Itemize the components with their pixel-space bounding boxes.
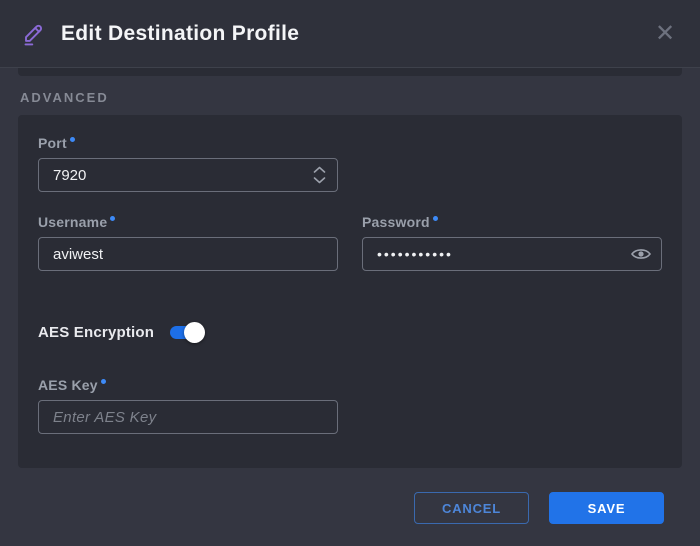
required-indicator	[70, 137, 75, 142]
username-input-wrap	[38, 237, 338, 271]
port-field-group: Port	[38, 135, 662, 192]
aes-key-field-group: AES Key	[38, 377, 662, 434]
toggle-knob[interactable]	[184, 322, 205, 343]
close-icon[interactable]: ✕	[650, 19, 680, 49]
aes-key-input-wrap	[38, 400, 338, 434]
password-input[interactable]	[362, 237, 662, 271]
modal-body: ADVANCED Port	[0, 68, 700, 524]
password-field-group: Password	[362, 214, 662, 271]
aes-encryption-toggle[interactable]	[170, 326, 201, 339]
username-field-group: Username	[38, 214, 338, 271]
modal-footer: CANCEL SAVE	[18, 468, 682, 524]
required-indicator	[110, 216, 115, 221]
username-input[interactable]	[38, 237, 338, 271]
advanced-section-label: ADVANCED	[20, 90, 680, 105]
aes-encryption-row: AES Encryption	[38, 321, 662, 343]
port-label-text: Port	[38, 135, 67, 151]
username-label-text: Username	[38, 214, 107, 230]
port-label: Port	[38, 135, 662, 151]
port-input-wrap	[38, 158, 338, 192]
required-indicator	[433, 216, 438, 221]
credentials-row: Username Password	[38, 214, 662, 271]
chevron-down-icon[interactable]	[313, 177, 326, 184]
password-label-text: Password	[362, 214, 430, 230]
port-stepper[interactable]	[313, 167, 326, 184]
aes-key-label-text: AES Key	[38, 377, 98, 393]
password-label: Password	[362, 214, 662, 230]
pencil-icon	[20, 20, 47, 47]
advanced-panel: Port	[18, 115, 682, 468]
aes-key-label: AES Key	[38, 377, 662, 393]
username-label: Username	[38, 214, 338, 230]
previous-section-panel-tail	[18, 68, 682, 76]
required-indicator	[101, 379, 106, 384]
aes-key-input[interactable]	[38, 400, 338, 434]
aes-encryption-label: AES Encryption	[38, 324, 154, 341]
cancel-button[interactable]: CANCEL	[414, 492, 529, 524]
edit-destination-profile-modal: Edit Destination Profile ✕ ADVANCED Port	[0, 0, 700, 546]
save-button[interactable]: SAVE	[549, 492, 664, 524]
modal-header: Edit Destination Profile ✕	[0, 0, 700, 68]
modal-title: Edit Destination Profile	[61, 22, 650, 46]
chevron-up-icon[interactable]	[313, 167, 326, 174]
port-input[interactable]	[38, 158, 338, 192]
password-input-wrap	[362, 237, 662, 271]
eye-icon[interactable]	[631, 247, 651, 261]
